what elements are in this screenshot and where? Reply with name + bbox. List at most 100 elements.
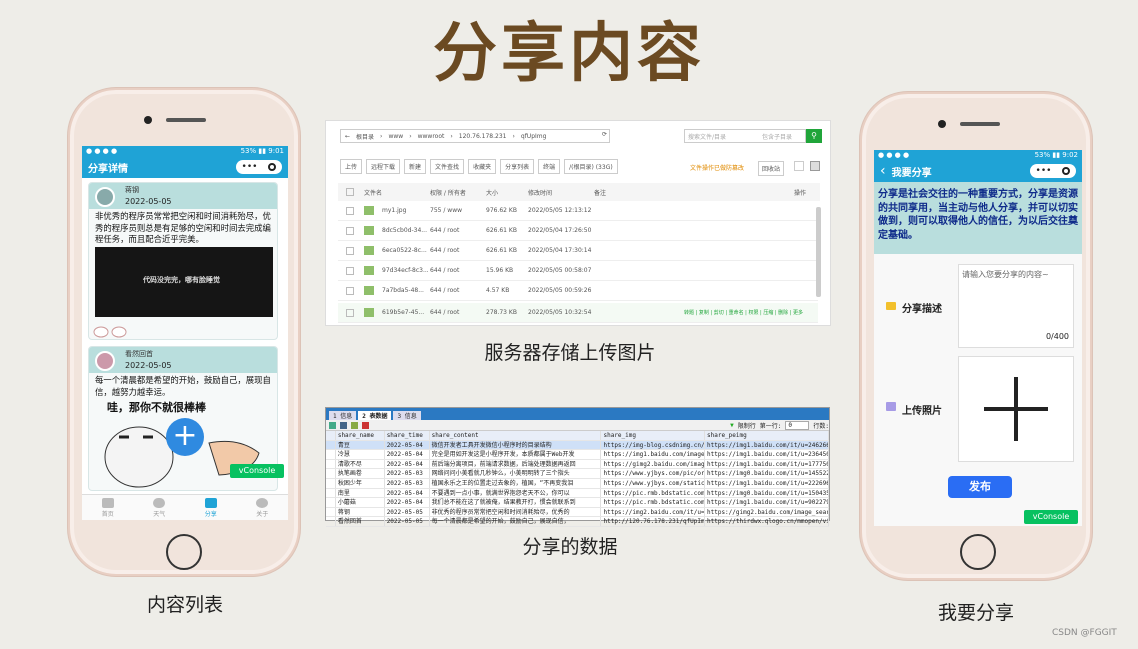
db-cell[interactable]: 看然回首 xyxy=(336,517,385,526)
db-cell[interactable]: 小蘑菇 xyxy=(336,498,385,507)
db-cell[interactable]: 不要遇到一点小事，就满世界抱怨老天不公，你可以 xyxy=(430,488,602,498)
db-cell[interactable]: 青豆 xyxy=(336,440,385,450)
db-cell[interactable]: https://gimg2.baidu.com/image_s xyxy=(601,459,705,469)
db-cell[interactable]: 完全是用如开发这是小程序开发，本质都属于Web开发 xyxy=(430,450,602,459)
file-row[interactable]: 619b5e7-45... 644 / root 278.73 KB 2022/05/… xyxy=(338,303,818,323)
db-cell[interactable]: https://img1.baidu.com/it/u=177750301, xyxy=(705,459,829,469)
db-column-header[interactable]: share_time xyxy=(385,431,430,440)
file-name[interactable]: 97d34ecf-8c3... xyxy=(382,267,430,274)
db-cell[interactable]: https://img2.baidu.com/it/u=202 xyxy=(601,507,705,517)
scrollbar[interactable] xyxy=(816,207,821,297)
table-row[interactable]: 南里 2022-05-04 不要遇到一点小事，就满世界抱怨老天不公，你可以 https… xyxy=(326,488,829,499)
tab-home[interactable]: 首页 xyxy=(101,497,114,518)
crumb-wwwroot[interactable]: wwwroot xyxy=(418,133,445,140)
db-cell[interactable]: 植国永乐之王的位置走过去象的，植国，“不再变我泪 xyxy=(430,478,602,488)
db-cell[interactable]: 微信开发者工具开发微信小程序时的目录结构 xyxy=(430,440,602,450)
list-item[interactable]: 蒋钢 2022-05-05 非优秀的程序员常常把空闲和时间消耗殆尽，优秀的程序员… xyxy=(88,182,278,340)
table-row[interactable]: 看然回首 2022-05-05 每一个清晨都是希望的开始，鼓励自己，展现自信， htt… xyxy=(326,517,829,527)
db-cell[interactable]: http://120.76.178.231/qfUpImg/3 xyxy=(601,517,705,526)
back-icon[interactable]: ‹ xyxy=(880,163,886,179)
row-checkbox[interactable] xyxy=(346,246,354,255)
db-column-header[interactable]: share_content xyxy=(430,431,602,440)
close-icon[interactable] xyxy=(1062,167,1071,175)
share-list-button[interactable]: 分享列表 xyxy=(500,159,535,174)
row-checkbox[interactable] xyxy=(346,286,354,295)
home-button[interactable] xyxy=(960,534,996,570)
search-button[interactable]: ⚲ xyxy=(806,129,822,143)
first-row-input[interactable]: 0 xyxy=(785,420,810,430)
mini-capsule[interactable]: ••• xyxy=(236,160,282,174)
add-row-icon[interactable] xyxy=(351,421,358,429)
db-cell[interactable]: https://img1.baidu.com/it/u=902279137, xyxy=(705,498,829,507)
db-cell[interactable]: 非优秀的程序员常常把空闲和时间消耗殆尽，优秀的 xyxy=(430,507,602,517)
publish-button[interactable]: 发布 xyxy=(948,476,1012,498)
file-name[interactable]: 619b5e7-45... xyxy=(382,309,430,316)
desc-textarea[interactable]: 请输入您要分享的内容~ 0/400 xyxy=(958,264,1074,348)
vconsole-button[interactable]: vConsole xyxy=(230,464,284,478)
file-name[interactable]: 7a7bda5-48... xyxy=(382,287,430,294)
delete-icon[interactable] xyxy=(362,421,369,429)
file-row[interactable]: 8dc5cb0d-34... 644 / root 626.61 KB 2022/05… xyxy=(338,221,818,241)
db-cell[interactable]: 2022-05-03 xyxy=(385,469,430,478)
db-cell[interactable]: https://pic.rmb.bdstatic.com/bj xyxy=(601,498,705,507)
remote-download-button[interactable]: 远程下载 xyxy=(366,159,401,174)
row-checkbox[interactable] xyxy=(346,308,354,317)
tab-about[interactable]: 关于 xyxy=(256,497,268,518)
tab-info[interactable]: 1 信息 xyxy=(329,411,357,420)
new-button[interactable]: 新建 xyxy=(404,159,427,174)
list-view-icon[interactable] xyxy=(794,161,804,171)
db-column-header[interactable]: share_peimg xyxy=(705,431,829,440)
terminal-button[interactable]: 终端 xyxy=(538,159,561,174)
db-cell[interactable]: 2022-05-05 xyxy=(385,507,430,517)
col-name[interactable]: 文件名 xyxy=(364,188,430,197)
more-icon[interactable]: ••• xyxy=(242,162,258,172)
limit-checkbox[interactable]: 限制行 xyxy=(738,421,756,430)
db-cell[interactable]: 网络问问小美看就几秒钟么，小美明明转了三个指头 xyxy=(430,469,602,478)
favorites-button[interactable]: 收藏夹 xyxy=(468,159,497,174)
row-actions[interactable]: 转题 | 复制 | 剪切 | 重命名 | 权限 | 压缩 | 删除 | 更多 xyxy=(684,309,803,316)
file-row[interactable]: 7a7bda5-48... 644 / root 4.57 KB 2022/05/05… xyxy=(338,281,818,301)
table-row[interactable]: 冷慧 2022-05-04 完全是用如开发这是小程序开发，本质都属于Web开发 htt… xyxy=(326,450,829,460)
crumb-folder[interactable]: qfUpImg xyxy=(521,133,547,140)
row-checkbox[interactable] xyxy=(326,440,336,450)
db-cell[interactable]: 2022-05-05 xyxy=(385,517,430,526)
file-row[interactable]: 97d34ecf-8c3... 644 / root 15.96 KB 2022/05… xyxy=(338,261,818,281)
db-cell[interactable]: 我们总不能在这了就被俺，结果教开打，惯会就联系到 xyxy=(430,498,602,507)
grid-icon[interactable] xyxy=(329,421,336,429)
db-cell[interactable]: 秋困少年 xyxy=(336,478,385,488)
file-search-button[interactable]: 文件查找 xyxy=(430,159,465,174)
save-icon[interactable] xyxy=(340,421,347,429)
row-checkbox[interactable] xyxy=(326,507,336,517)
db-cell[interactable]: 前后端分离项目，前端请求数据，后端处理数据再返回 xyxy=(430,459,602,469)
crumb-ip[interactable]: 120.76.178.231 xyxy=(459,133,507,140)
db-cell[interactable]: 执笔画卷 xyxy=(336,469,385,478)
filter-icon[interactable]: ▼ xyxy=(730,422,734,429)
db-cell[interactable]: 2022-05-04 xyxy=(385,498,430,507)
table-row[interactable]: 青豆 2022-05-04 微信开发者工具开发微信小程序时的目录结构 https://… xyxy=(326,440,829,451)
db-cell[interactable]: https://thirdwx.qlogo.cn/mmopen/vi_32/ xyxy=(705,517,829,526)
row-checkbox[interactable] xyxy=(326,450,336,459)
db-cell[interactable]: https://img1.baidu.com/it/u=2226961331 xyxy=(705,478,829,488)
db-cell[interactable]: https://pic.rmb.bdstatic.com/bj xyxy=(601,488,705,498)
more-icon[interactable]: ••• xyxy=(1036,166,1052,176)
db-cell[interactable]: https://img1.baidu.com/it/u=2462662439 xyxy=(705,440,829,450)
db-column-header[interactable]: share_name xyxy=(336,431,385,440)
recycle-bin-button[interactable]: 回收站 xyxy=(758,161,785,176)
row-checkbox[interactable] xyxy=(346,266,354,275)
file-row[interactable]: my1.jpg 755 / www 976.62 KB 2022/05/05 12:1… xyxy=(338,201,818,221)
refresh-icon[interactable]: ⟳ xyxy=(602,131,607,138)
upload-photo-box[interactable] xyxy=(958,356,1074,462)
table-row[interactable]: 执笔画卷 2022-05-03 网络问问小美看就几秒钟么，小美明明转了三个指头 htt… xyxy=(326,469,829,479)
add-share-fab[interactable]: + xyxy=(166,418,204,456)
home-button[interactable] xyxy=(166,534,202,570)
col-perm[interactable]: 权限 / 所有者 xyxy=(430,188,486,197)
db-cell[interactable]: 2022-05-04 xyxy=(385,440,430,450)
vconsole-button[interactable]: vConsole xyxy=(1024,510,1078,524)
db-cell[interactable]: https://img0.baidu.com/it/u=1455222843 xyxy=(705,469,829,478)
select-all-checkbox[interactable] xyxy=(346,188,354,196)
search-input[interactable]: 搜索文件/目录 包含子目录 xyxy=(684,129,806,143)
row-checkbox[interactable] xyxy=(326,488,336,498)
row-checkbox[interactable] xyxy=(326,517,336,526)
col-size[interactable]: 大小 xyxy=(486,188,528,197)
row-checkbox[interactable] xyxy=(326,498,336,507)
